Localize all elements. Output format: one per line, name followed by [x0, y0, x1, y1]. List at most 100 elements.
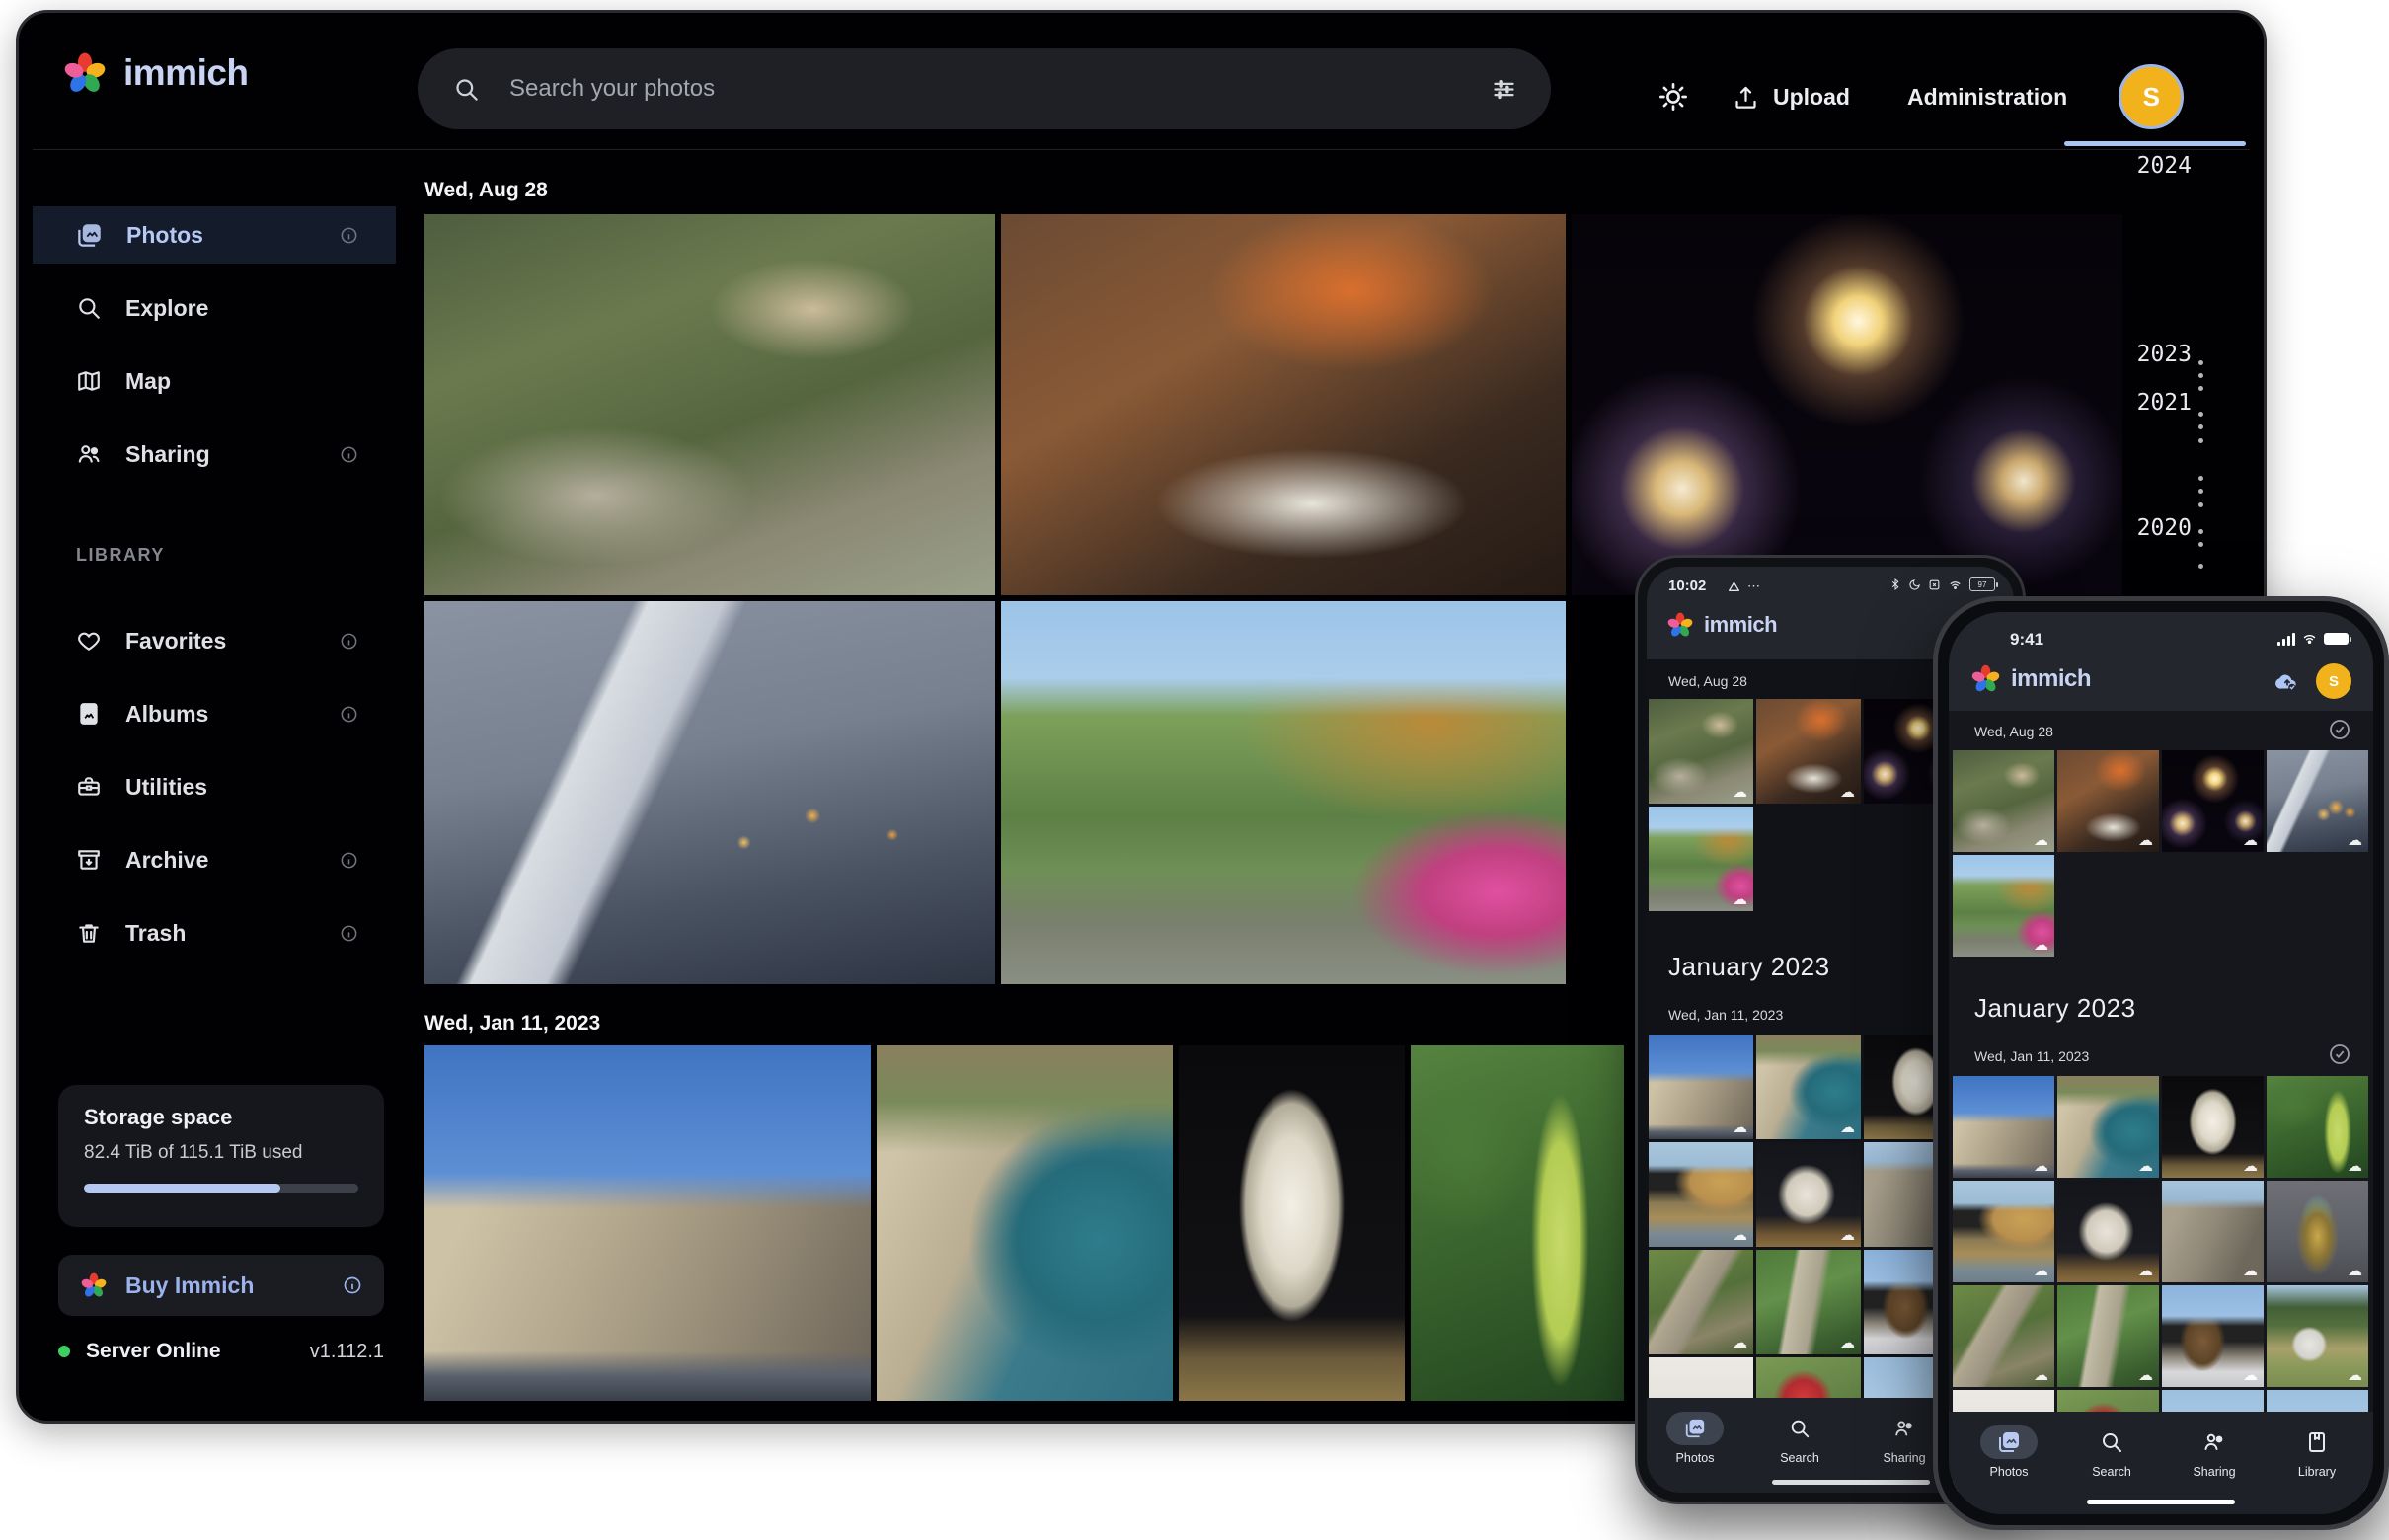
timeline-year[interactable]: 2024 — [2109, 153, 2192, 179]
sidebar-section-library: LIBRARY — [33, 499, 396, 612]
sidebar-item-label: Albums — [125, 701, 208, 728]
battery-icon: 97 — [1969, 578, 1998, 591]
photo-grid: ☁ ☁ ☁ ☁ ☁ — [1953, 750, 2373, 957]
app-wordmark: immich — [2011, 665, 2091, 693]
search-bar[interactable]: Search your photos — [418, 48, 1551, 129]
photo-thumb[interactable]: ☁ — [1649, 699, 1753, 804]
sidebar-item-label: Trash — [125, 920, 186, 947]
archive-icon — [76, 847, 102, 873]
photo-thumb[interactable]: ☁ — [2162, 1076, 2264, 1178]
user-avatar[interactable]: S — [2119, 64, 2184, 129]
photo-thumb[interactable]: ☁ — [1953, 750, 2054, 852]
nav-item-sharing[interactable]: Sharing — [2175, 1425, 2254, 1479]
photo-thumb[interactable]: ☁ — [2162, 1181, 2264, 1282]
cloud-sync-icon: ☁ — [2348, 1368, 2362, 1383]
photo-autumn-dinner-table[interactable] — [1001, 214, 1566, 595]
photo-thumb[interactable]: ☁ — [2162, 750, 2264, 852]
info-icon[interactable] — [340, 705, 358, 724]
photo-thumb[interactable]: ☁ — [1756, 1035, 1861, 1139]
photo-thumb[interactable]: ☁ — [2267, 1181, 2368, 1282]
upload-label: Upload — [1773, 84, 1850, 111]
heart-icon — [76, 628, 102, 654]
cloud-sync-icon: ☁ — [2138, 1368, 2153, 1383]
photo-jungle-monkeys[interactable] — [424, 214, 995, 595]
info-icon[interactable] — [340, 924, 358, 943]
wifi-icon — [2301, 632, 2318, 646]
nav-item-photos[interactable]: Photos — [1656, 1412, 1734, 1465]
month-heading: January 2023 — [1668, 952, 1830, 982]
photo-fortress-coast[interactable] — [877, 1045, 1173, 1401]
nav-item-library[interactable]: Library — [2277, 1425, 2356, 1479]
photo-thumb[interactable]: ☁ — [1953, 1181, 2054, 1282]
photo-sea-grape-plant[interactable] — [1411, 1045, 1624, 1401]
photo-thumb[interactable]: ☁ — [1649, 807, 1753, 911]
nav-item-search[interactable]: Search — [2072, 1425, 2151, 1479]
photo-thumb[interactable]: ☁ — [2267, 1285, 2368, 1387]
nav-item-photos[interactable]: Photos — [1969, 1425, 2048, 1479]
people-icon — [2202, 1430, 2226, 1454]
photo-thumb[interactable]: ☁ — [1756, 1142, 1861, 1247]
buy-immich-button[interactable]: Buy Immich — [58, 1255, 384, 1316]
cloud-backup-icon[interactable] — [2273, 669, 2302, 695]
photos-icon — [1684, 1418, 1706, 1439]
photo-marble-bust[interactable] — [1179, 1045, 1405, 1401]
photo-thumb[interactable]: ☁ — [2162, 1285, 2264, 1387]
photo-autumn-park-path[interactable] — [1001, 601, 1566, 984]
photo-holding-hands-dusk[interactable] — [424, 601, 995, 984]
photo-thumb[interactable]: ☁ — [1756, 699, 1861, 804]
sidebar-item-utilities[interactable]: Utilities — [33, 758, 396, 815]
nav-item-sharing[interactable]: Sharing — [1865, 1412, 1944, 1465]
storage-card: Storage space 82.4 TiB of 115.1 TiB used — [58, 1085, 384, 1227]
info-icon[interactable] — [340, 226, 358, 245]
photo-thumb[interactable]: ☁ — [1649, 1035, 1753, 1139]
photo-thumb[interactable]: ☁ — [2057, 1076, 2159, 1178]
map-icon — [76, 368, 102, 394]
photo-thumb[interactable]: ☁ — [1649, 1142, 1753, 1247]
sidebar-item-photos[interactable]: Photos — [33, 206, 396, 264]
cloud-sync-icon: ☁ — [2138, 1159, 2153, 1174]
info-icon[interactable] — [343, 1275, 362, 1295]
administration-link[interactable]: Administration — [1907, 84, 2067, 111]
upload-button[interactable]: Upload — [1733, 84, 1850, 111]
timeline-scrubber-handle[interactable] — [2064, 141, 2246, 146]
photo-thumb[interactable]: ☁ — [1649, 1250, 1753, 1354]
app-logo[interactable]: immich — [62, 50, 249, 96]
sidebar-item-archive[interactable]: Archive — [33, 831, 396, 888]
photo-thumb[interactable]: ☁ — [2267, 1076, 2368, 1178]
select-check-icon[interactable] — [2328, 1042, 2351, 1066]
cloud-sync-icon: ☁ — [2138, 833, 2153, 848]
photo-fortress-wall-cars[interactable] — [424, 1045, 871, 1401]
filter-sliders-icon[interactable] — [1491, 76, 1517, 103]
photo-thumb[interactable]: ☁ — [1756, 1250, 1861, 1354]
timeline-dot — [2198, 360, 2203, 365]
date-group-heading: Wed, Aug 28 — [424, 179, 548, 202]
info-icon[interactable] — [340, 632, 358, 651]
theme-toggle-sun-icon[interactable] — [1657, 81, 1689, 113]
sidebar-item-sharing[interactable]: Sharing — [33, 425, 396, 483]
cloud-sync-icon: ☁ — [2348, 1159, 2362, 1174]
photo-thumb[interactable]: ☁ — [2057, 1181, 2159, 1282]
ios-app-header: immich — [1970, 663, 2091, 694]
photo-thumb[interactable]: ☁ — [2057, 1285, 2159, 1387]
user-avatar[interactable]: S — [2316, 663, 2351, 699]
sidebar-item-favorites[interactable]: Favorites — [33, 612, 396, 669]
photo-thumb[interactable]: ☁ — [1953, 1285, 2054, 1387]
sidebar-item-trash[interactable]: Trash — [33, 904, 396, 962]
photo-thumb[interactable]: ☁ — [1953, 855, 2054, 957]
nav-label: Photos — [1990, 1465, 2029, 1479]
photo-thumb[interactable]: ☁ — [1953, 1076, 2054, 1178]
photo-fireworks-night[interactable] — [1572, 214, 2122, 595]
info-icon[interactable] — [340, 445, 358, 464]
sidebar-item-map[interactable]: Map — [33, 352, 396, 410]
storage-usage: 82.4 TiB of 115.1 TiB used — [84, 1142, 358, 1164]
select-check-icon[interactable] — [2328, 718, 2351, 741]
photo-thumb[interactable]: ☁ — [2267, 750, 2368, 852]
sidebar-item-explore[interactable]: Explore — [33, 279, 396, 337]
cloud-sync-icon: ☁ — [1733, 785, 1747, 800]
photo-thumb[interactable]: ☁ — [2057, 750, 2159, 852]
alert-triangle-icon — [1728, 580, 1740, 593]
nav-item-search[interactable]: Search — [1760, 1412, 1839, 1465]
cell-signal-icon — [2277, 633, 2295, 646]
info-icon[interactable] — [340, 851, 358, 870]
sidebar-item-albums[interactable]: Albums — [33, 685, 396, 742]
